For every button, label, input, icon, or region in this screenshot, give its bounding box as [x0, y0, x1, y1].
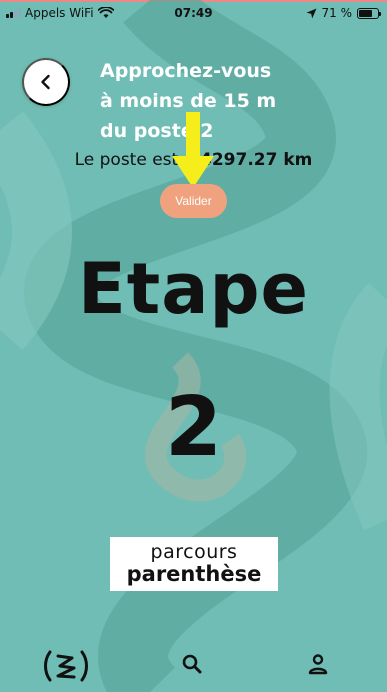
title-line-1: Approchez-vous — [100, 60, 272, 82]
distance-value: 4297.27 km — [200, 150, 313, 170]
chevron-left-icon — [41, 74, 50, 90]
status-bar: Appels WiFi 07:49 71 % — [0, 2, 387, 26]
step-label: Etape — [77, 248, 310, 330]
arrow-down-icon — [172, 112, 214, 188]
search-icon — [182, 654, 202, 674]
location-arrow-icon — [306, 8, 316, 18]
app-screen: Appels WiFi 07:49 71 % Approchez-vous à … — [0, 0, 387, 692]
validate-button[interactable]: Valider — [160, 184, 227, 218]
battery-level — [359, 9, 372, 17]
home-logo-icon — [44, 650, 88, 682]
status-right: 71 % — [306, 6, 381, 20]
logo-line-1: parcours — [150, 541, 238, 563]
battery-percent: 71 % — [321, 6, 353, 20]
nav-search[interactable] — [180, 652, 204, 676]
battery-icon — [357, 7, 381, 19]
profile-icon — [308, 654, 328, 675]
nav-home[interactable] — [42, 648, 90, 684]
bottom-nav — [0, 640, 387, 692]
logo-line-2: parenthèse — [126, 562, 262, 586]
parcours-parenthese-logo: parcours parenthèse — [110, 537, 278, 591]
back-button[interactable] — [22, 58, 70, 106]
step-number: 2 — [164, 380, 223, 475]
nav-profile[interactable] — [306, 652, 330, 676]
